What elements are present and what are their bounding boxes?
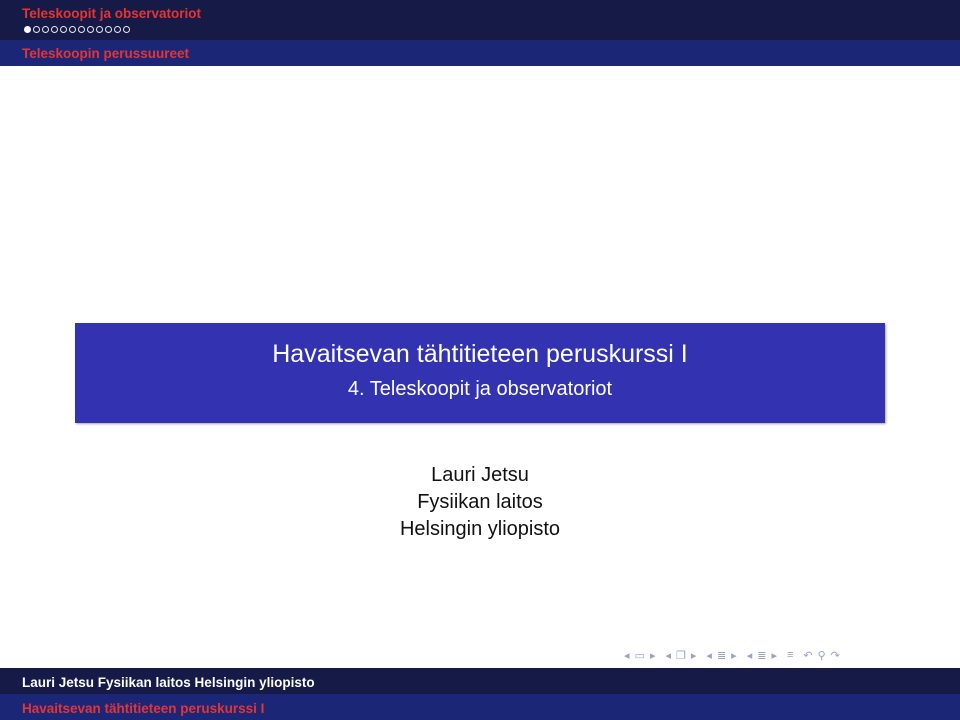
section-icon[interactable]: ≣ bbox=[717, 649, 726, 662]
footer-author-row: Lauri Jetsu Fysiikan laitos Helsingin yl… bbox=[0, 668, 960, 694]
arrow-right-icon[interactable]: ▸ bbox=[731, 649, 737, 662]
frame-dot[interactable] bbox=[60, 26, 67, 33]
header-section-row: Teleskoopit ja observatoriot bbox=[0, 0, 960, 40]
frame-dot[interactable] bbox=[96, 26, 103, 33]
presentation-title: Havaitsevan tähtitieteen peruskurssi I bbox=[272, 340, 688, 368]
frame-dot[interactable] bbox=[123, 26, 130, 33]
frame-progress-dots bbox=[24, 26, 130, 35]
arrow-right-icon[interactable]: ▸ bbox=[650, 649, 656, 662]
title-box: Havaitsevan tähtitieteen peruskurssi I 4… bbox=[75, 323, 885, 423]
frame-icon[interactable]: ▭ bbox=[635, 649, 645, 662]
footer-title-row: Havaitsevan tähtitieteen peruskurssi I bbox=[0, 694, 960, 720]
frame-dot[interactable] bbox=[69, 26, 76, 33]
arrow-right-icon[interactable]: ▸ bbox=[771, 649, 777, 662]
search-back-icon[interactable]: ↶ bbox=[803, 649, 812, 662]
frame-dot[interactable] bbox=[114, 26, 121, 33]
frame-dot[interactable] bbox=[42, 26, 49, 33]
subsection-title[interactable]: Teleskoopin perussuureet bbox=[22, 46, 189, 61]
author-name: Lauri Jetsu bbox=[431, 464, 529, 486]
author-university: Helsingin yliopisto bbox=[399, 518, 561, 540]
search-forward-icon[interactable]: ↷ bbox=[831, 649, 840, 662]
presentation-icon[interactable]: ≣ bbox=[757, 649, 766, 662]
footer-author-line: Lauri Jetsu Fysiikan laitos Helsingin yl… bbox=[22, 675, 315, 690]
author-block: Lauri Jetsu Fysiikan laitos Helsingin yl… bbox=[0, 462, 960, 543]
section-title[interactable]: Teleskoopit ja observatoriot bbox=[22, 6, 201, 21]
beamer-navigation: ◂ ▭ ▸ ◂ ❐ ▸ ◂ ≣ ▸ ◂ ≣ ▸ ≡ ↶ ⚲ ↷ bbox=[624, 645, 845, 665]
footer-bar: Lauri Jetsu Fysiikan laitos Helsingin yl… bbox=[0, 668, 960, 720]
subsection-icon[interactable]: ❐ bbox=[676, 649, 686, 662]
arrow-left-icon[interactable]: ◂ bbox=[747, 649, 753, 662]
arrow-right-icon[interactable]: ▸ bbox=[691, 649, 697, 662]
arrow-left-icon[interactable]: ◂ bbox=[706, 649, 712, 662]
author-department: Fysiikan laitos bbox=[417, 491, 543, 513]
frame-dot[interactable] bbox=[33, 26, 40, 33]
frame-dot[interactable] bbox=[105, 26, 112, 33]
header-subsection-row: Teleskoopin perussuureet bbox=[0, 40, 960, 66]
footer-title-line: Havaitsevan tähtitieteen peruskurssi I bbox=[22, 701, 265, 716]
arrow-left-icon[interactable]: ◂ bbox=[665, 649, 671, 662]
search-icon[interactable]: ⚲ bbox=[818, 649, 826, 662]
frame-dot[interactable] bbox=[78, 26, 85, 33]
arrow-left-icon[interactable]: ◂ bbox=[624, 649, 630, 662]
align-icon[interactable]: ≡ bbox=[787, 649, 793, 661]
frame-dot[interactable] bbox=[24, 26, 31, 33]
frame-dot[interactable] bbox=[87, 26, 94, 33]
header-bar: Teleskoopit ja observatoriot Teleskoopin… bbox=[0, 0, 960, 66]
presentation-subtitle: 4. Teleskoopit ja observatoriot bbox=[347, 378, 613, 400]
frame-dot[interactable] bbox=[51, 26, 58, 33]
